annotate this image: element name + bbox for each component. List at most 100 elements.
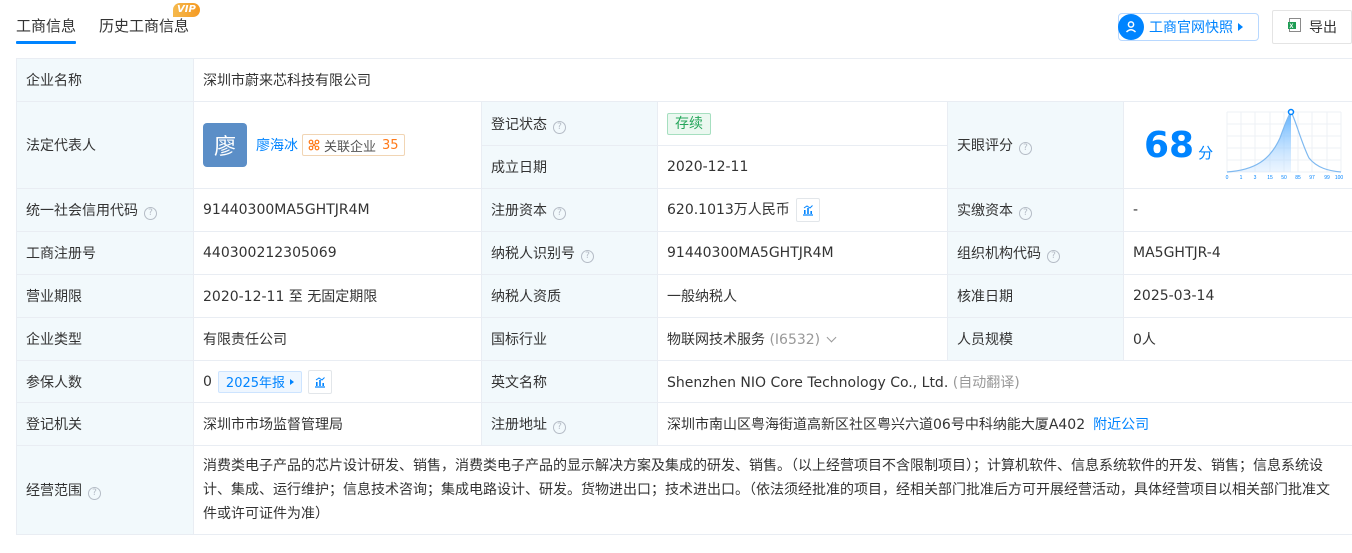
approval-date: 2025-03-14 [1122,274,1352,318]
table-row: 营业期限 2020-12-11 至 无固定期限 纳税人资质 一般纳税人 核准日期… [16,274,1352,318]
help-icon[interactable]: ? [144,207,157,220]
table-row: 工商注册号 440300212305069 纳税人识别号? 91440300MA… [16,231,1352,275]
address: 深圳市南山区粤海街道高新区社区粤兴六道06号中科纳能大厦A402 [667,417,1086,433]
tab-bar: 工商信息 历史工商信息 VIP 工商官网快照 X 导出 [0,0,1352,46]
address-label-cell: 注册地址? [481,402,658,446]
industry-cell[interactable]: 物联网技术服务 (I6532) [657,317,948,361]
score-axis-tick: 99 [1324,175,1330,181]
type-label: 企业类型 [16,317,194,361]
company-name: 深圳市蔚来芯科技有限公司 [192,58,1352,102]
founded-label: 成立日期 [481,145,658,189]
capital-trend-button[interactable] [795,198,820,222]
tab-business-info[interactable]: 工商信息 [16,15,76,36]
address-label: 注册地址 [491,417,547,433]
table-row: 参保人数 0 2025年报 英文名称 Shenzhen NIO Core Tech… [16,360,1352,403]
report-year: 2025年报 [225,376,286,391]
help-icon[interactable]: ? [88,487,101,500]
company-name-label: 企业名称 [16,58,194,102]
help-icon[interactable]: ? [553,421,566,434]
export-button[interactable]: X 导出 [1272,10,1352,44]
insured-trend-button[interactable] [308,369,333,394]
status-label: 登记状态 [491,116,547,133]
snapshot-label: 工商官网快照 [1149,20,1233,36]
status-cell: 存续 [657,101,948,146]
paid-capital-label-cell: 实缴资本? [947,188,1124,232]
help-icon[interactable]: ? [553,120,566,134]
nearby-companies-link[interactable]: 附近公司 [1093,417,1149,433]
score-axis-tick: 15 [1267,175,1273,181]
help-icon[interactable]: ? [553,207,566,220]
credit-code-label: 统一社会信用代码 [26,203,138,219]
status-label-cell: 登记状态? [481,101,658,146]
org-code-label-cell: 组织机构代码? [947,231,1124,275]
insured-label: 参保人数 [16,360,194,403]
english-name: Shenzhen NIO Core Technology Co., Ltd. [667,374,949,391]
help-icon[interactable]: ? [1019,207,1032,220]
score-axis-tick: 97 [1309,175,1315,181]
taxpayer-id-label: 纳税人识别号 [491,246,575,262]
industry-label: 国标行业 [481,317,658,361]
insured-count: 0 [203,373,212,390]
caret-right-icon [290,378,295,385]
credit-code: 91440300MA5GHTJR4M [193,188,482,232]
official-snapshot-button[interactable]: 工商官网快照 [1118,13,1259,41]
network-icon [308,139,320,151]
legal-rep-label: 法定代表人 [16,101,194,189]
help-icon[interactable]: ? [581,250,594,263]
reg-no-label: 工商注册号 [16,231,194,275]
approval-date-label: 核准日期 [947,274,1124,318]
credit-code-label-cell: 统一社会信用代码? [16,188,194,232]
vip-badge: VIP [173,3,200,17]
help-icon[interactable]: ? [1019,142,1032,155]
score-axis-tick: 0 [1226,175,1229,181]
bar-chart-icon [315,376,326,388]
tab-history-info[interactable]: 历史工商信息 [99,15,189,36]
staff-size-label: 人员规模 [947,317,1124,361]
annual-report-button[interactable]: 2025年报 [217,370,303,393]
paid-capital: - [1122,188,1352,232]
related-count: 35 [382,137,399,153]
org-code: MA5GHTJR-4 [1122,231,1352,275]
taxpayer-qual: 一般纳税人 [657,274,948,318]
legal-rep-name-link[interactable]: 廖海冰 [256,138,298,154]
score-label-cell: 天眼评分? [947,101,1124,189]
legal-rep-cell: 廖廖海冰 关联企业 35 [193,101,482,189]
export-label: 导出 [1309,20,1337,36]
org-code-label: 组织机构代码 [957,246,1041,262]
insured-cell: 0 2025年报 [193,360,482,403]
company-type: 有限责任公司 [193,317,482,361]
reg-capital: 620.1013万人民币 [667,202,790,218]
score-unit: 分 [1198,143,1214,162]
authority: 深圳市市场监督管理局 [193,402,482,446]
status-badge: 存续 [667,112,711,135]
help-icon[interactable]: ? [1047,250,1060,263]
caret-right-icon [1238,23,1243,31]
table-row: 企业名称 深圳市蔚来芯科技有限公司 [16,58,1352,102]
table-row: 统一社会信用代码? 91440300MA5GHTJR4M 注册资本? 620.1… [16,188,1352,232]
score-value: 68 [1144,124,1195,166]
english-name-note: (自动翻译) [952,374,1020,391]
taxpayer-qual-label: 纳税人资质 [481,274,658,318]
term-label: 营业期限 [16,274,194,318]
avatar[interactable]: 廖 [203,123,247,167]
reg-no: 440300212305069 [193,231,482,275]
taxpayer-id-label-cell: 纳税人识别号? [481,231,658,275]
reg-capital-label-cell: 注册资本? [481,188,658,232]
paid-capital-label: 实缴资本 [957,203,1013,219]
related-companies-badge[interactable]: 关联企业 35 [302,134,405,156]
table-row: 法定代表人 廖廖海冰 关联企业 35 登记状态? 存续 天眼评分? 68 分 0… [16,101,1352,189]
score-cell[interactable]: 68 分 0 1 3 15 50 85 97 99 100 [1122,101,1352,189]
bar-chart-icon [802,205,813,216]
scope-label-cell: 经营范围? [16,445,194,535]
chevron-down-icon[interactable] [826,332,837,343]
score-axis-tick: 85 [1295,175,1301,181]
staff-size: 0人 [1122,317,1352,361]
related-label: 关联企业 [324,139,377,155]
authority-label: 登记机关 [16,402,194,446]
score-axis-tick: 50 [1281,175,1287,181]
english-name-cell: Shenzhen NIO Core Technology Co., Ltd. (… [656,360,1352,403]
business-info-table: 企业名称 深圳市蔚来芯科技有限公司 法定代表人 廖廖海冰 关联企业 35 登记状态?… [16,58,1352,535]
id-card-icon [1118,14,1144,40]
business-scope: 消费类电子产品的芯片设计研发、销售，消费类电子产品的显示解决方案及集成的研发、销… [192,445,1352,535]
excel-icon: X [1287,17,1303,37]
